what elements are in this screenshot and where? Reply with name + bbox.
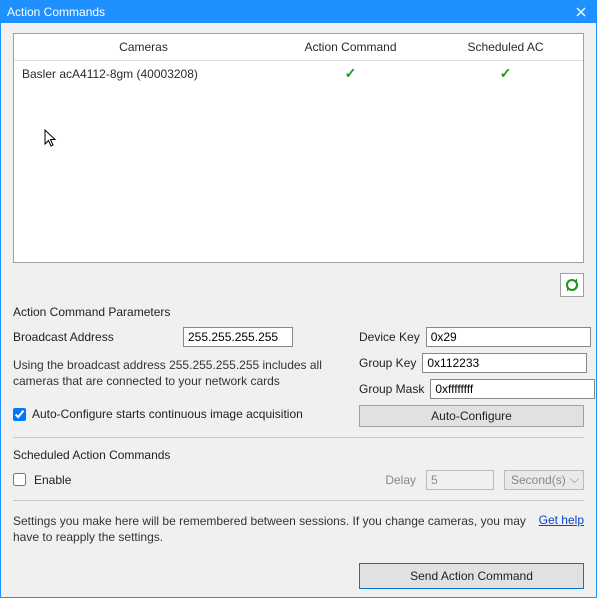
- ac-check-icon: ✓: [273, 65, 428, 82]
- col-header-scheduled-ac[interactable]: Scheduled AC: [428, 40, 583, 54]
- group-mask-label: Group Mask: [359, 382, 424, 396]
- refresh-button[interactable]: [560, 273, 584, 297]
- col-header-action-command[interactable]: Action Command: [273, 40, 428, 54]
- enable-scheduled-checkbox[interactable]: [13, 473, 26, 486]
- group-key-input[interactable]: [422, 353, 587, 373]
- chevron-down-icon: ⌵: [570, 472, 579, 487]
- delay-label: Delay: [385, 473, 416, 487]
- titlebar: Action Commands: [1, 1, 596, 23]
- group-mask-input[interactable]: [430, 379, 595, 399]
- action-commands-window: Action Commands Cameras Action Command S…: [0, 0, 597, 598]
- params-section-title: Action Command Parameters: [13, 305, 584, 319]
- divider: [13, 500, 584, 501]
- cursor-icon: [44, 129, 60, 149]
- dialog-body: Cameras Action Command Scheduled AC Basl…: [1, 23, 596, 597]
- autoconfigure-checkbox[interactable]: [13, 408, 26, 421]
- settings-persistence-note: Settings you make here will be remembere…: [13, 513, 531, 545]
- delay-unit-select: Second(s) ⌵: [504, 470, 584, 490]
- refresh-icon: [564, 277, 580, 293]
- broadcast-address-label: Broadcast Address: [13, 330, 177, 344]
- device-key-input[interactable]: [426, 327, 591, 347]
- get-help-link[interactable]: Get help: [539, 513, 584, 527]
- delay-input: [426, 470, 494, 490]
- broadcast-hint: Using the broadcast address 255.255.255.…: [13, 357, 349, 389]
- camera-name: Basler acA4112-8gm (40003208): [22, 67, 273, 81]
- scheduled-section-title: Scheduled Action Commands: [13, 448, 584, 462]
- group-key-label: Group Key: [359, 356, 416, 370]
- enable-scheduled-label: Enable: [34, 473, 71, 487]
- broadcast-address-input[interactable]: [183, 327, 293, 347]
- autoconfigure-checkbox-label: Auto-Configure starts continuous image a…: [32, 407, 303, 421]
- table-row[interactable]: Basler acA4112-8gm (40003208) ✓ ✓: [14, 61, 583, 86]
- window-title: Action Commands: [7, 5, 566, 19]
- grid-header: Cameras Action Command Scheduled AC: [14, 34, 583, 61]
- divider: [13, 437, 584, 438]
- device-key-label: Device Key: [359, 330, 420, 344]
- send-action-command-button[interactable]: Send Action Command: [359, 563, 584, 589]
- delay-unit-value: Second(s): [511, 473, 566, 487]
- sc-check-icon: ✓: [428, 65, 583, 82]
- autoconfigure-button[interactable]: Auto-Configure: [359, 405, 584, 427]
- close-icon: [576, 7, 586, 17]
- close-button[interactable]: [566, 1, 596, 23]
- cameras-grid[interactable]: Cameras Action Command Scheduled AC Basl…: [13, 33, 584, 263]
- col-header-cameras[interactable]: Cameras: [14, 40, 273, 54]
